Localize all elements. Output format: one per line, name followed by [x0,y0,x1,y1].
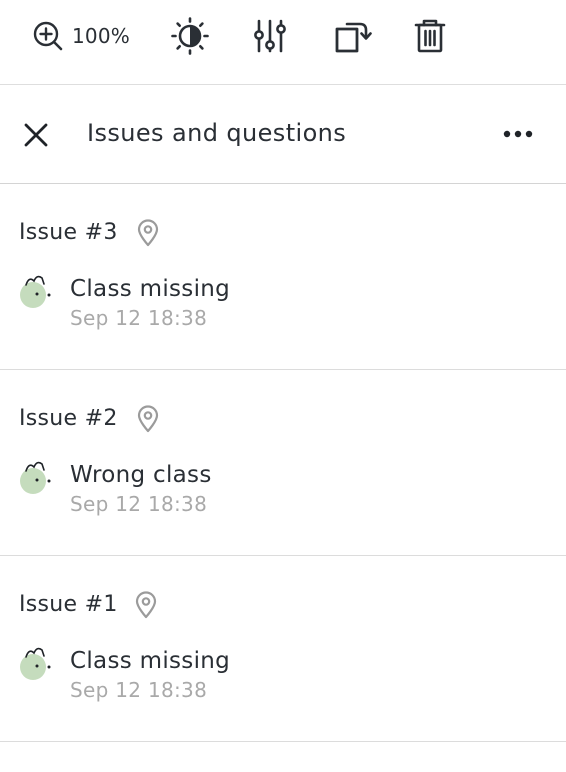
close-panel-button[interactable] [22,121,50,149]
zoom-level: 100% [72,24,130,48]
more-options-button[interactable] [500,123,536,145]
close-icon [24,123,48,147]
brightness-button[interactable] [170,16,210,56]
issue-comment: Class missing [70,648,231,674]
delete-icon [414,19,446,53]
image-toolbar: 100% [0,0,566,85]
issue-title: Issue #3 [19,220,118,245]
panel-title: Issues and questions [87,119,347,147]
brightness-contrast-icon [171,17,209,55]
issue-timestamp: Sep 12 18:38 [70,306,208,330]
issue-item[interactable]: Issue #1 Class missing Sep 12 18:38 [0,556,566,742]
user-avatar [20,275,51,308]
zoom-in-icon [33,21,63,51]
rotate-button[interactable] [333,16,373,56]
adjust-button[interactable] [252,16,288,56]
more-options-icon [503,130,533,138]
adjust-sliders-icon [254,19,286,53]
location-pin-icon[interactable] [133,591,159,619]
location-pin-icon[interactable] [135,405,161,433]
issue-comment: Class missing [70,276,231,302]
issue-title: Issue #2 [19,406,118,431]
issue-timestamp: Sep 12 18:38 [70,492,208,516]
zoom-button[interactable]: 100% [32,16,130,56]
issue-item[interactable]: Issue #2 Wrong class Sep 12 18:38 [0,370,566,556]
location-pin-icon[interactable] [135,219,161,247]
issue-item[interactable]: Issue #3 Class missing Sep 12 18:38 [0,184,566,370]
issue-timestamp: Sep 12 18:38 [70,678,208,702]
issue-title: Issue #1 [19,592,118,617]
issues-panel-header: Issues and questions [0,85,566,184]
rotate-icon [335,22,372,53]
user-avatar [20,461,51,494]
issue-comment: Wrong class [70,462,212,488]
user-avatar [20,647,51,680]
delete-button[interactable] [413,16,447,56]
